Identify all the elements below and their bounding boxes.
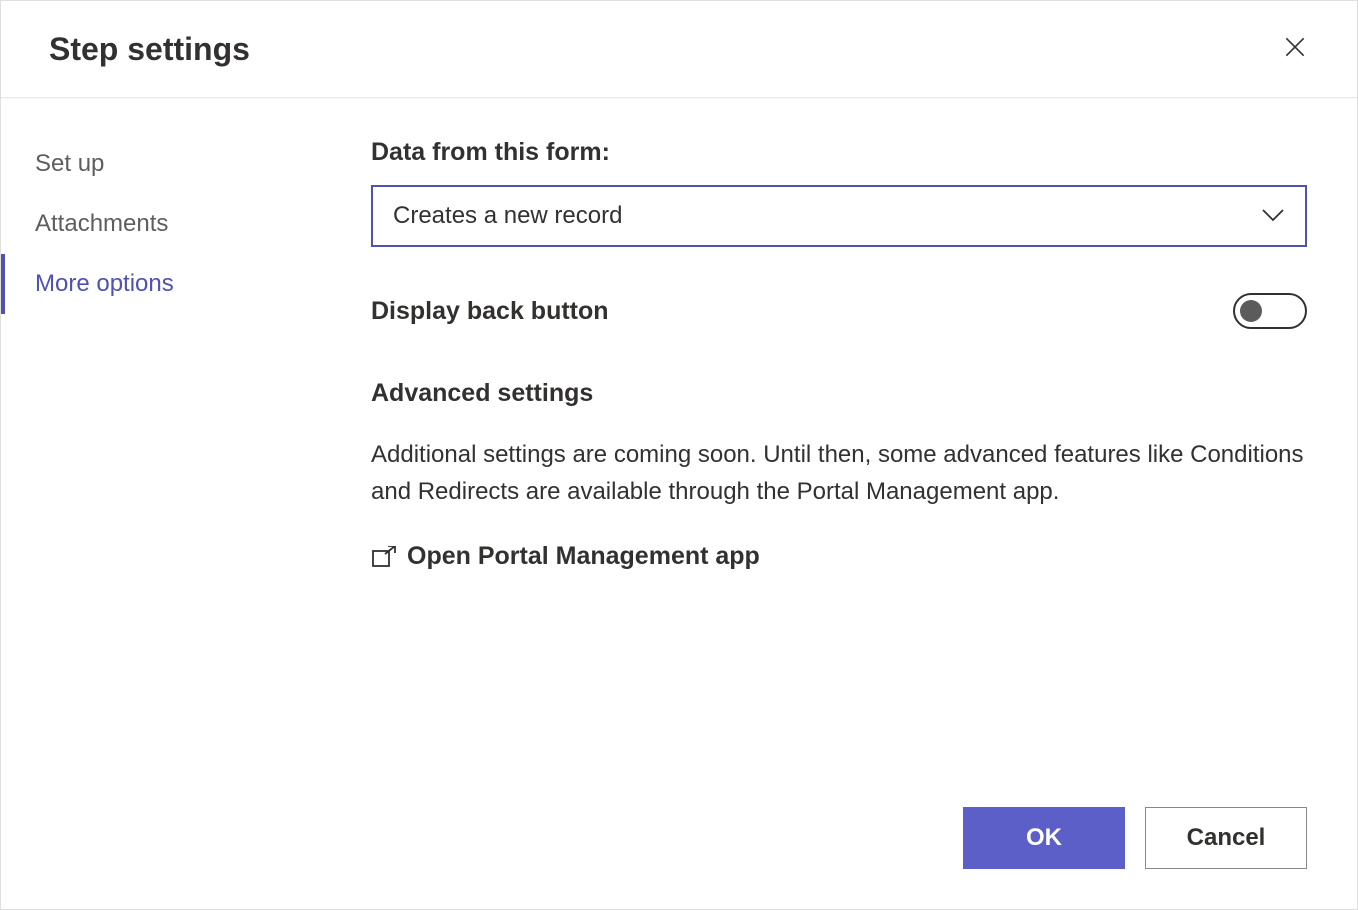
- step-settings-dialog: Step settings Set up Attachments More op…: [0, 0, 1358, 910]
- cancel-button-label: Cancel: [1187, 824, 1266, 852]
- data-form-select[interactable]: Creates a new record: [371, 185, 1307, 247]
- dialog-footer: OK Cancel: [1, 787, 1357, 909]
- display-back-toggle[interactable]: [1233, 293, 1307, 329]
- open-portal-link-text: Open Portal Management app: [407, 542, 760, 571]
- dialog-header: Step settings: [1, 1, 1357, 98]
- sidebar-nav: Set up Attachments More options: [1, 98, 341, 787]
- dialog-title: Step settings: [49, 31, 250, 68]
- toggle-knob: [1240, 300, 1262, 322]
- sidebar-item-setup[interactable]: Set up: [1, 134, 341, 194]
- sidebar-item-label: More options: [35, 270, 174, 297]
- display-back-label: Display back button: [371, 297, 609, 326]
- close-button[interactable]: [1275, 29, 1315, 69]
- open-external-icon: [371, 546, 397, 568]
- sidebar-item-attachments[interactable]: Attachments: [1, 194, 341, 254]
- advanced-settings-heading: Advanced settings: [371, 379, 1307, 408]
- main-content: Data from this form: Creates a new recor…: [341, 98, 1357, 787]
- sidebar-item-label: Attachments: [35, 210, 168, 237]
- display-back-row: Display back button: [371, 293, 1307, 329]
- open-portal-link[interactable]: Open Portal Management app: [371, 542, 1307, 571]
- select-value: Creates a new record: [393, 202, 622, 230]
- chevron-down-icon: [1261, 202, 1285, 230]
- data-form-label: Data from this form:: [371, 138, 1307, 167]
- advanced-settings-text: Additional settings are coming soon. Unt…: [371, 436, 1307, 510]
- cancel-button[interactable]: Cancel: [1145, 807, 1307, 869]
- ok-button-label: OK: [1026, 824, 1062, 852]
- dialog-body: Set up Attachments More options Data fro…: [1, 98, 1357, 787]
- close-icon: [1282, 34, 1308, 65]
- ok-button[interactable]: OK: [963, 807, 1125, 869]
- sidebar-item-label: Set up: [35, 150, 104, 177]
- sidebar-item-more-options[interactable]: More options: [1, 254, 341, 314]
- data-form-select-wrapper: Creates a new record: [371, 185, 1307, 247]
